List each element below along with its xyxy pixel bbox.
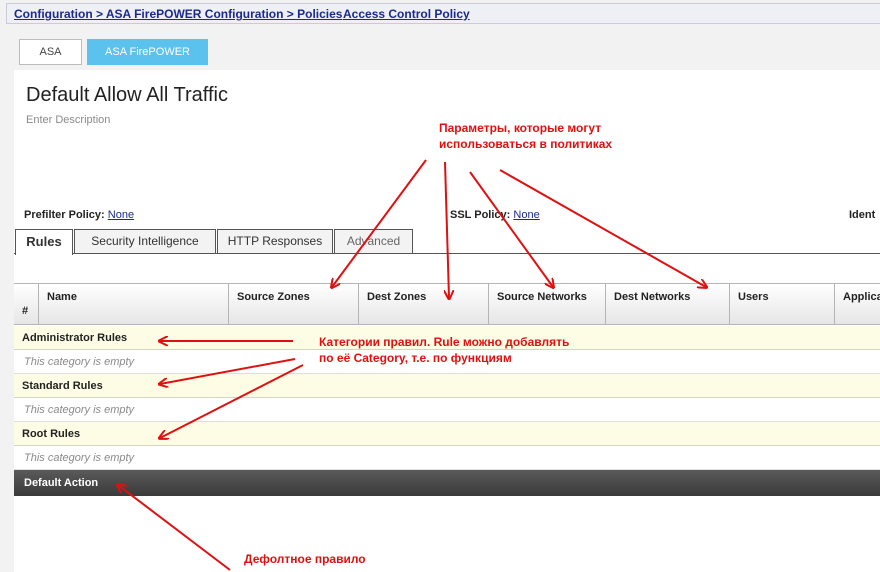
tab-security-intelligence[interactable]: Security Intelligence [74, 229, 216, 253]
column-header-users[interactable]: Users [729, 284, 834, 324]
annotation-categories: Категории правил. Rule можно добавлять п… [319, 335, 570, 365]
annotation-parameters: Параметры, которые могут использоваться … [439, 121, 613, 151]
default-action-bar[interactable]: Default Action [14, 470, 880, 496]
prefilter-policy-link[interactable]: None [108, 209, 134, 221]
column-header-dest-zones[interactable]: Dest Zones [358, 284, 488, 324]
category-empty-row: This category is empty [14, 398, 880, 422]
prefilter-policy-setting: Prefilter Policy: None [24, 209, 134, 221]
column-header-applications[interactable]: Applica [834, 284, 880, 324]
breadcrumb: Configuration > ASA FirePOWER Configurat… [6, 3, 880, 24]
category-empty-row: This category is empty [14, 446, 880, 470]
tab-rules[interactable]: Rules [15, 229, 73, 255]
column-header-dest-networks[interactable]: Dest Networks [605, 284, 729, 324]
annotation-default-rule: Дефолтное правило [244, 552, 366, 566]
tab-advanced[interactable]: Advanced [334, 229, 413, 253]
category-row-standard[interactable]: Standard Rules [14, 374, 880, 398]
column-header-name[interactable]: Name [38, 284, 228, 324]
column-header-source-networks[interactable]: Source Networks [488, 284, 605, 324]
tab-http-responses[interactable]: HTTP Responses [217, 229, 333, 253]
category-row-root[interactable]: Root Rules [14, 422, 880, 446]
ssl-policy-setting: SSL Policy: None [450, 209, 540, 221]
ssl-policy-link[interactable]: None [513, 209, 539, 221]
rule-table-header: # Name Source Zones Dest Zones Source Ne… [14, 283, 880, 325]
ssl-policy-label: SSL Policy: [450, 209, 511, 221]
policy-description-field[interactable]: Enter Description [26, 114, 110, 126]
breadcrumb-current-link[interactable]: Access Control Policy [343, 7, 470, 21]
prefilter-policy-label: Prefilter Policy: [24, 209, 105, 221]
device-tab-asa-firepower[interactable]: ASA FirePOWER [87, 39, 208, 65]
identity-policy-label: Ident [849, 209, 876, 221]
device-tab-asa[interactable]: ASA [19, 39, 82, 65]
column-header-number[interactable]: # [14, 284, 38, 324]
tab-strip-divider [14, 253, 880, 254]
policy-title[interactable]: Default Allow All Traffic [26, 84, 228, 107]
breadcrumb-path-link[interactable]: Configuration > ASA FirePOWER Configurat… [14, 7, 342, 21]
column-header-source-zones[interactable]: Source Zones [228, 284, 358, 324]
